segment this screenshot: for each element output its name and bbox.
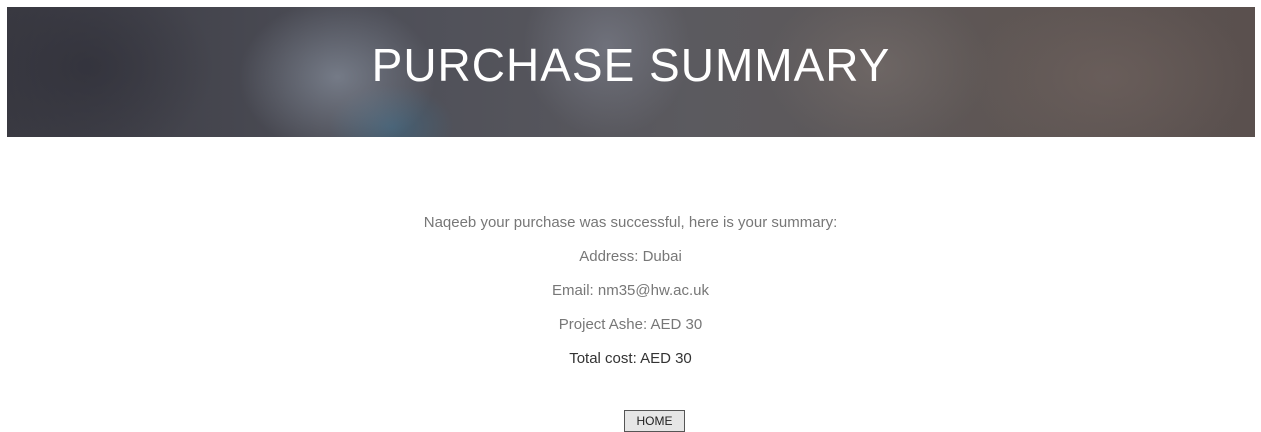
purchase-summary: Naqeeb your purchase was successful, her… [0, 208, 1261, 378]
success-message: Naqeeb your purchase was successful, her… [423, 214, 838, 231]
item-line: Project Ashe: AED 30 [558, 316, 703, 333]
email-line: Email: nm35@hw.ac.uk [552, 282, 709, 299]
address-line: Address: Dubai [579, 248, 682, 265]
total-cost-line: Total cost: AED 30 [569, 350, 692, 367]
page-title: PURCHASE SUMMARY [371, 39, 891, 91]
header-banner: PURCHASE SUMMARY [7, 7, 1255, 137]
